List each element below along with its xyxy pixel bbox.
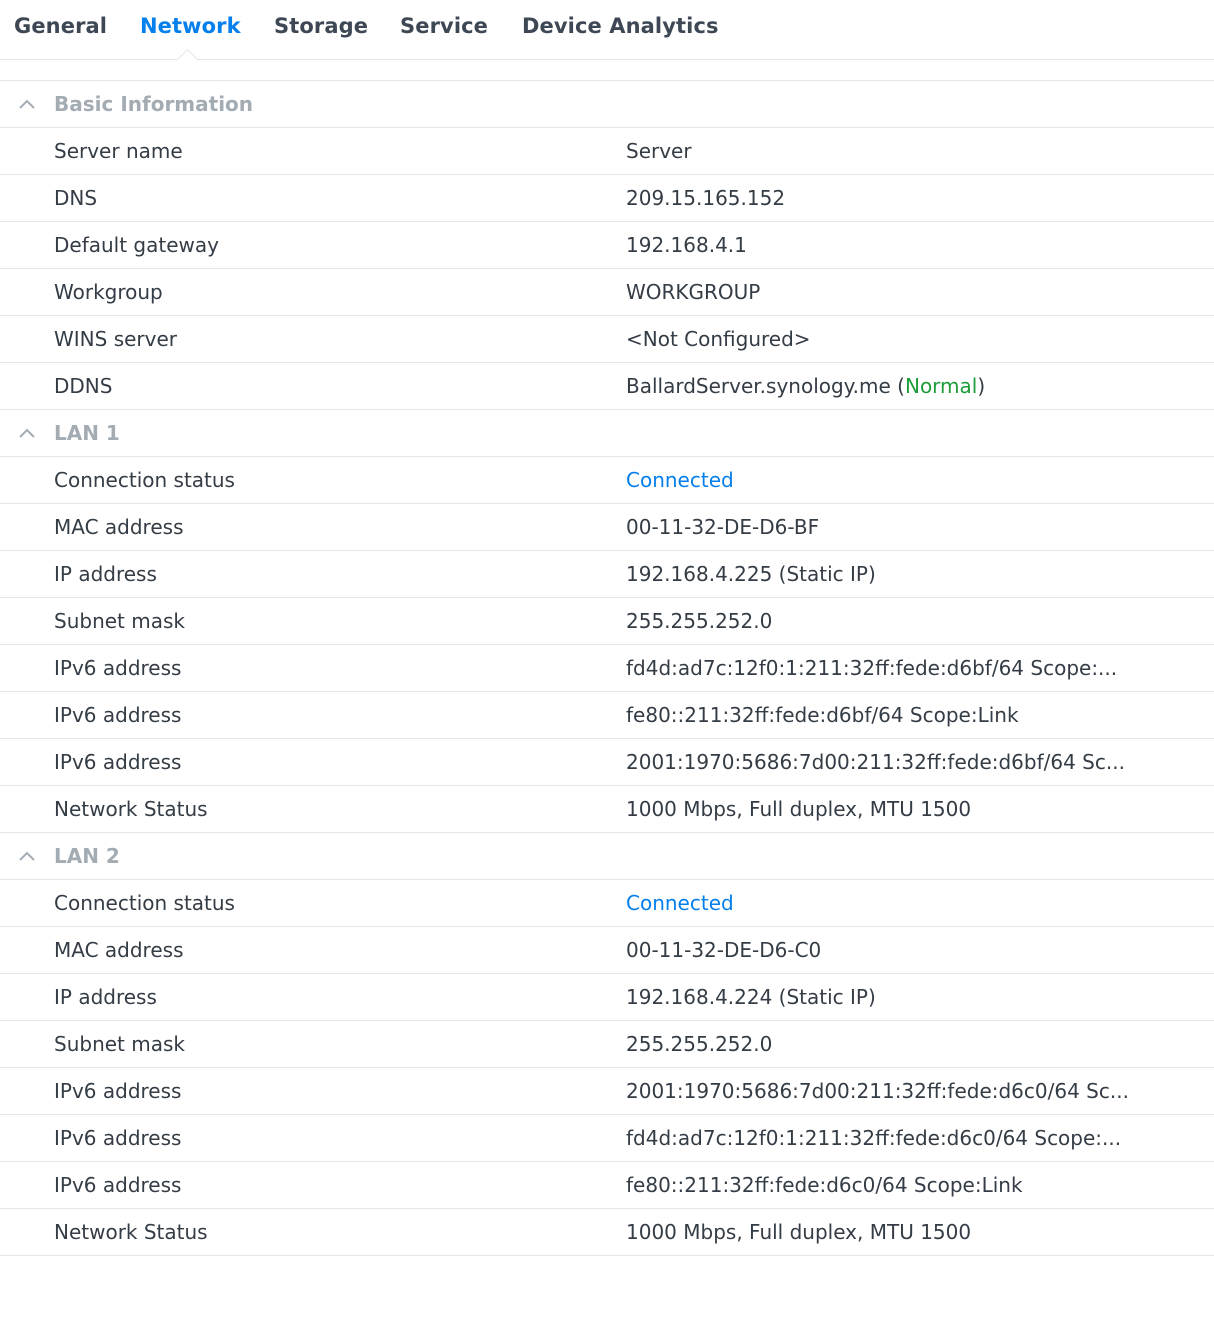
- info-row-network-status: Network Status 1000 Mbps, Full duplex, M…: [0, 786, 1214, 833]
- row-value: 1000 Mbps, Full duplex, MTU 1500: [626, 797, 972, 821]
- info-row-dns: DNS 209.15.165.152: [0, 175, 1214, 222]
- section-header-lan-1[interactable]: LAN 1: [0, 410, 1214, 457]
- row-value: 255.255.252.0: [626, 1032, 773, 1056]
- section-header-basic-information[interactable]: Basic Information: [0, 81, 1214, 128]
- tab-bar: General Network Storage Service Device A…: [0, 0, 1214, 71]
- info-row-connection-status: Connection status Connected: [0, 457, 1214, 504]
- section-title: Basic Information: [54, 92, 254, 116]
- network-info-panel: Basic Information Server name Server DNS…: [0, 80, 1214, 1256]
- row-label: MAC address: [54, 938, 184, 962]
- row-label: IP address: [54, 985, 157, 1009]
- row-value-ddns: BallardServer.synology.me (Normal): [626, 374, 986, 398]
- row-label: IPv6 address: [54, 1173, 182, 1197]
- row-label: MAC address: [54, 515, 184, 539]
- info-row-wins-server: WINS server <Not Configured>: [0, 316, 1214, 363]
- row-label: IPv6 address: [54, 656, 182, 680]
- row-label: IP address: [54, 562, 157, 586]
- section-title: LAN 1: [54, 421, 120, 445]
- row-value: 192.168.4.225 (Static IP): [626, 562, 876, 586]
- info-row-connection-status: Connection status Connected: [0, 880, 1214, 927]
- info-row-ip-address: IP address 192.168.4.224 (Static IP): [0, 974, 1214, 1021]
- row-label: Subnet mask: [54, 1032, 185, 1056]
- row-label: Network Status: [54, 797, 208, 821]
- row-label: Network Status: [54, 1220, 208, 1244]
- info-row-ipv6-address: IPv6 address fe80::211:32ff:fede:d6c0/64…: [0, 1162, 1214, 1209]
- row-value: Server: [626, 139, 692, 163]
- row-label: IPv6 address: [54, 703, 182, 727]
- active-tab-indicator: [176, 48, 199, 71]
- chevron-up-icon: [19, 428, 35, 438]
- row-label: Default gateway: [54, 233, 219, 257]
- row-value: fe80::211:32ff:fede:d6bf/64 Scope:Link: [626, 703, 1019, 727]
- tab-service[interactable]: Service: [400, 14, 488, 38]
- row-label: Server name: [54, 139, 183, 163]
- row-label: IPv6 address: [54, 1079, 182, 1103]
- info-row-subnet-mask: Subnet mask 255.255.252.0: [0, 1021, 1214, 1068]
- section-title: LAN 2: [54, 844, 120, 868]
- row-value: 209.15.165.152: [626, 186, 786, 210]
- info-row-mac-address: MAC address 00-11-32-DE-D6-BF: [0, 504, 1214, 551]
- connection-status-link[interactable]: Connected: [626, 891, 734, 915]
- info-row-workgroup: Workgroup WORKGROUP: [0, 269, 1214, 316]
- info-row-ipv6-address: IPv6 address fd4d:ad7c:12f0:1:211:32ff:f…: [0, 1115, 1214, 1162]
- row-value: <Not Configured>: [626, 327, 811, 351]
- info-row-mac-address: MAC address 00-11-32-DE-D6-C0: [0, 927, 1214, 974]
- section-header-lan-2[interactable]: LAN 2: [0, 833, 1214, 880]
- row-label: DNS: [54, 186, 98, 210]
- info-row-ip-address: IP address 192.168.4.225 (Static IP): [0, 551, 1214, 598]
- row-value: fe80::211:32ff:fede:d6c0/64 Scope:Link: [626, 1173, 1023, 1197]
- chevron-up-icon: [19, 99, 35, 109]
- info-row-ipv6-address: IPv6 address 2001:1970:5686:7d00:211:32f…: [0, 739, 1214, 786]
- row-label: Subnet mask: [54, 609, 185, 633]
- ddns-hostname: BallardServer.synology.me: [626, 374, 891, 398]
- row-label: WINS server: [54, 327, 177, 351]
- tab-device-analytics[interactable]: Device Analytics: [522, 14, 719, 38]
- ddns-status: Normal: [904, 374, 978, 398]
- row-label: DDNS: [54, 374, 113, 398]
- info-row-server-name: Server name Server: [0, 128, 1214, 175]
- row-label: IPv6 address: [54, 1126, 182, 1150]
- connection-status-link[interactable]: Connected: [626, 468, 734, 492]
- row-label: IPv6 address: [54, 750, 182, 774]
- info-row-default-gateway: Default gateway 192.168.4.1: [0, 222, 1214, 269]
- row-value: 00-11-32-DE-D6-C0: [626, 938, 822, 962]
- chevron-up-icon: [19, 851, 35, 861]
- row-value: 2001:1970:5686:7d00:211:32ff:fede:d6bf/6…: [626, 750, 1125, 774]
- row-value: 255.255.252.0: [626, 609, 773, 633]
- tab-storage[interactable]: Storage: [274, 14, 368, 38]
- row-label: Connection status: [54, 468, 235, 492]
- info-row-ipv6-address: IPv6 address fd4d:ad7c:12f0:1:211:32ff:f…: [0, 645, 1214, 692]
- row-label: Connection status: [54, 891, 235, 915]
- tab-general[interactable]: General: [14, 14, 107, 38]
- info-row-subnet-mask: Subnet mask 255.255.252.0: [0, 598, 1214, 645]
- row-value: WORKGROUP: [626, 280, 761, 304]
- row-value: 2001:1970:5686:7d00:211:32ff:fede:d6c0/6…: [626, 1079, 1129, 1103]
- row-value: fd4d:ad7c:12f0:1:211:32ff:fede:d6bf/64 S…: [626, 656, 1118, 680]
- row-label: Workgroup: [54, 280, 163, 304]
- tab-network[interactable]: Network: [140, 14, 241, 38]
- row-value: 192.168.4.224 (Static IP): [626, 985, 876, 1009]
- info-row-ipv6-address: IPv6 address fe80::211:32ff:fede:d6bf/64…: [0, 692, 1214, 739]
- info-row-ddns: DDNS BallardServer.synology.me (Normal): [0, 363, 1214, 410]
- info-row-network-status: Network Status 1000 Mbps, Full duplex, M…: [0, 1209, 1214, 1256]
- row-value: 00-11-32-DE-D6-BF: [626, 515, 820, 539]
- row-value: fd4d:ad7c:12f0:1:211:32ff:fede:d6c0/64 S…: [626, 1126, 1122, 1150]
- row-value: 192.168.4.1: [626, 233, 747, 257]
- row-value: 1000 Mbps, Full duplex, MTU 1500: [626, 1220, 972, 1244]
- info-row-ipv6-address: IPv6 address 2001:1970:5686:7d00:211:32f…: [0, 1068, 1214, 1115]
